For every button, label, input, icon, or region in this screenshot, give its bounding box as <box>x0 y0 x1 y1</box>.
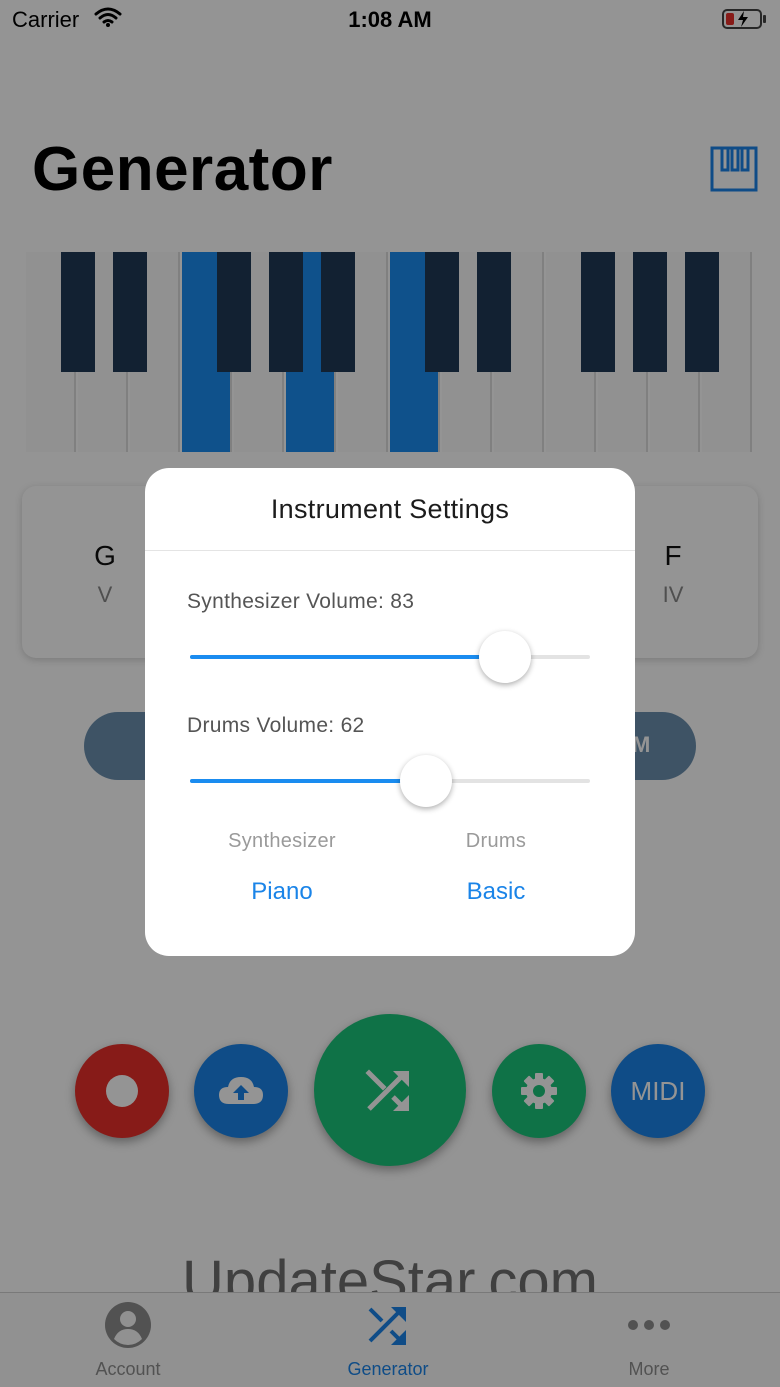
drums-value[interactable]: Basic <box>396 878 596 906</box>
synthesizer-caption: Synthesizer <box>228 830 336 852</box>
slider-fill <box>190 655 506 659</box>
dialog-title: Instrument Settings <box>270 494 510 524</box>
drums-picker[interactable]: Drums Basic <box>396 830 596 906</box>
dialog-divider <box>145 550 635 551</box>
instrument-settings-dialog: Instrument Settings Synthesizer Volume: … <box>145 468 635 956</box>
synth-volume-slider[interactable] <box>190 631 590 683</box>
slider-thumb[interactable] <box>399 755 452 807</box>
drums-volume-label: Drums Volume: 62 <box>187 714 365 737</box>
drums-caption: Drums <box>465 830 527 852</box>
synthesizer-picker[interactable]: Synthesizer Piano <box>182 830 382 906</box>
slider-fill <box>190 779 426 783</box>
synthesizer-value[interactable]: Piano <box>182 878 382 906</box>
slider-thumb[interactable] <box>479 631 532 683</box>
drums-volume-slider[interactable] <box>190 755 590 807</box>
synth-volume-label: Synthesizer Volume: 83 <box>187 590 415 613</box>
